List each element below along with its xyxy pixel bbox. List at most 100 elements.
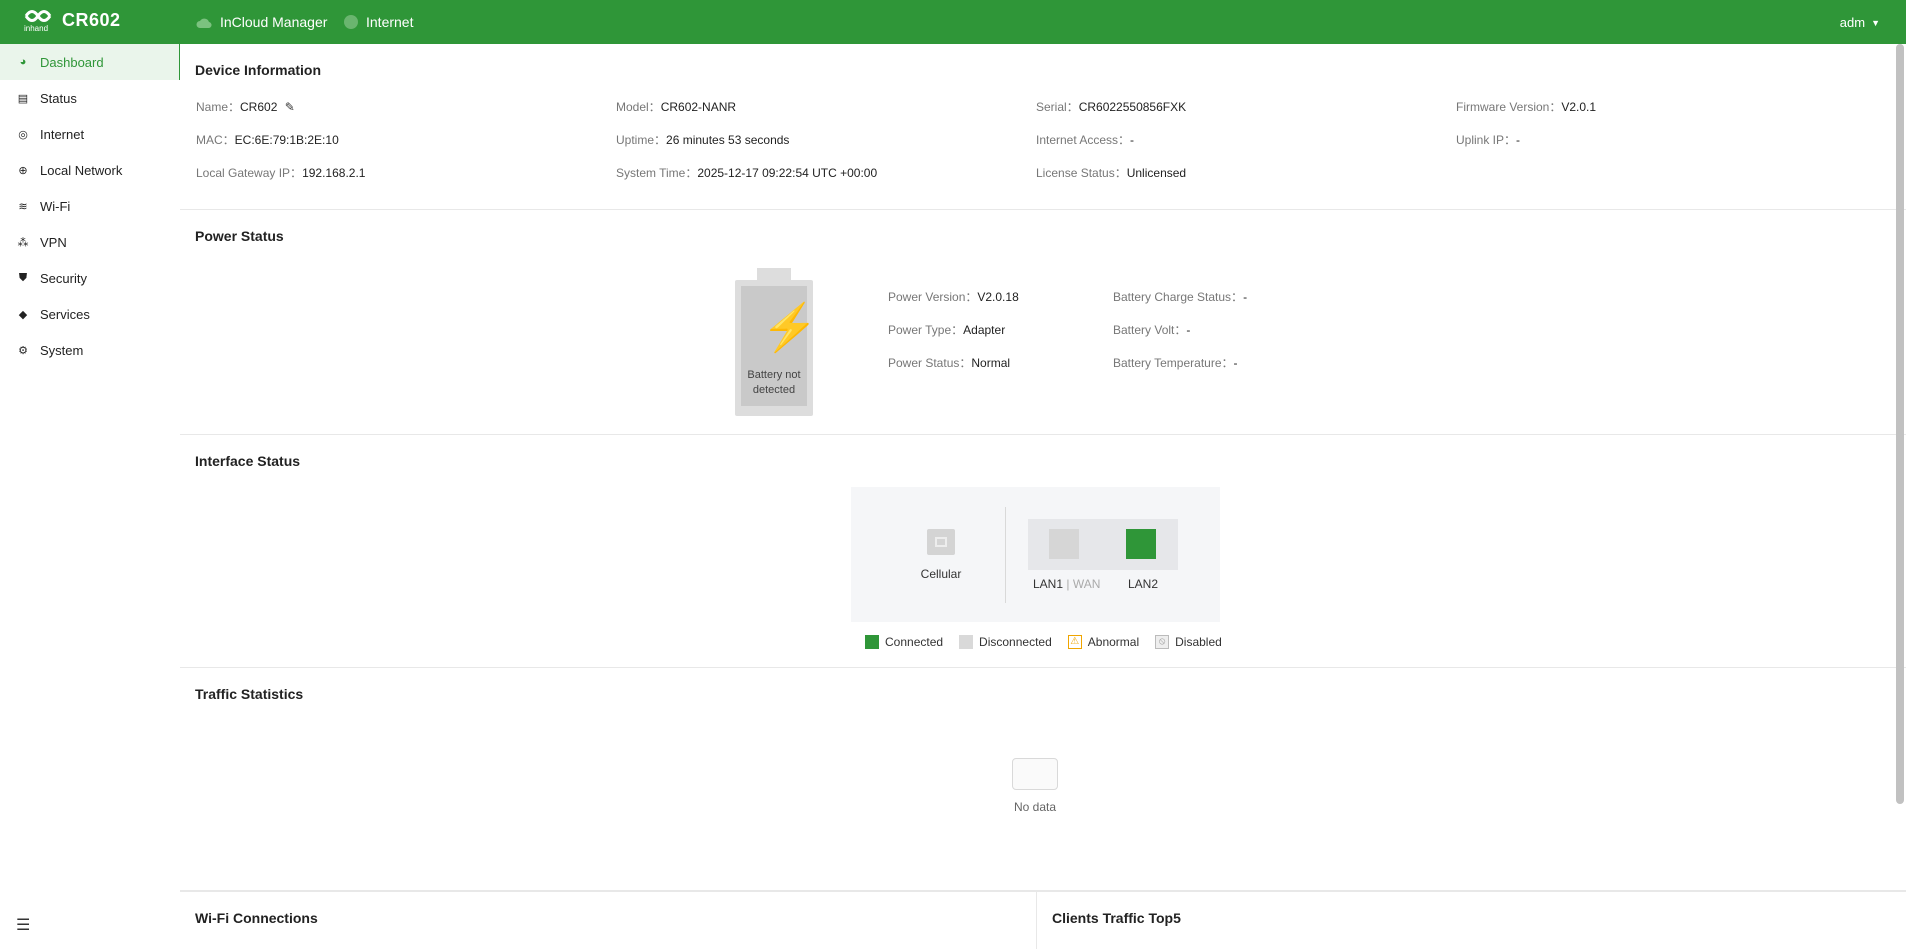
sim-card-icon	[927, 529, 955, 555]
sidebar-item-security[interactable]: ⛊ Security	[0, 260, 180, 296]
sidebar-item-status[interactable]: ▤ Status	[0, 80, 180, 116]
internet-icon: ◎	[18, 128, 28, 141]
empty-inbox-icon	[1012, 758, 1058, 790]
section-title: Traffic Statistics	[195, 686, 304, 702]
caret-down-icon: ▼	[1871, 17, 1880, 28]
section-title: Clients Traffic Top5	[1052, 910, 1181, 926]
section-title: Wi-Fi Connections	[195, 910, 318, 926]
incloud-manager-link[interactable]: InCloud Manager	[196, 14, 327, 30]
device-mac: MAC：EC:6E:79:1B:2E:10	[196, 133, 339, 147]
power-version: Power Version：V2.0.18	[888, 290, 1019, 304]
cloud-icon	[196, 16, 212, 29]
divider	[1005, 507, 1006, 603]
license-status: License Status：Unlicensed	[1036, 166, 1187, 180]
sidebar-item-vpn[interactable]: ⁂ VPN	[0, 224, 180, 260]
uplink-ip: Uplink IP：-	[1456, 133, 1521, 147]
sidebar-item-label: Security	[40, 270, 87, 286]
user-menu[interactable]: adm ▼	[1840, 15, 1880, 30]
disabled-icon: ⦸	[1155, 635, 1170, 649]
lan1-wan-label: LAN1 | WAN	[1033, 577, 1101, 591]
brand-logo[interactable]: inhand CR602	[22, 8, 121, 34]
gear-icon: ⚙	[18, 344, 28, 357]
clients-traffic-top5-panel: Clients Traffic Top5	[1037, 892, 1906, 949]
internet-link[interactable]: Internet	[344, 14, 413, 30]
product-name: CR602	[62, 9, 121, 30]
legend-disconnected: Disconnected	[959, 635, 1052, 649]
lan-port-group	[1028, 519, 1178, 570]
legend-connected: Connected	[865, 635, 943, 649]
section-title: Device Information	[195, 62, 322, 78]
cellular-label: Cellular	[920, 567, 962, 581]
dashboard-icon: ◕	[19, 56, 27, 68]
power-status-section: Power Status ⚡ Battery not detected Powe…	[180, 210, 1906, 435]
lightning-icon: ⚡	[761, 301, 819, 353]
sidebar-item-label: Services	[40, 306, 90, 322]
sidebar-item-label: VPN	[40, 234, 67, 250]
legend-disabled: ⦸ Disabled	[1155, 635, 1222, 649]
device-uptime: Uptime：26 minutes 53 seconds	[616, 133, 790, 147]
legend-abnormal: ⚠ Abnormal	[1067, 635, 1139, 649]
collapse-menu-icon[interactable]: ☰	[16, 915, 30, 935]
battery-graphic: ⚡ Battery not detected	[735, 268, 818, 416]
username: adm	[1839, 15, 1866, 30]
sidebar-item-internet[interactable]: ◎ Internet	[0, 116, 180, 152]
lan2-label: LAN2	[1128, 577, 1159, 591]
interface-legend: Connected Disconnected ⚠ Abnormal ⦸ Disabl…	[865, 635, 1222, 649]
connected-swatch-icon	[865, 635, 879, 649]
scrollbar[interactable]	[1896, 44, 1904, 804]
cube-icon: ◆	[18, 308, 28, 321]
sidebar: ◕ Dashboard ▤ Status ◎ Internet ⊕ Local …	[0, 44, 181, 949]
globe-icon: ⊕	[18, 164, 28, 177]
inhand-logo-icon: inhand	[22, 8, 54, 33]
sidebar-item-label: System	[40, 342, 84, 358]
sidebar-item-label: Dashboard	[40, 54, 104, 70]
internet-label: Internet	[366, 14, 414, 30]
sidebar-item-wifi[interactable]: ≋ Wi-Fi	[0, 188, 180, 224]
vpn-icon: ⁂	[17, 236, 29, 249]
system-time: System Time：2025-12-17 09:22:54 UTC +00:…	[616, 166, 878, 180]
section-title: Interface Status	[195, 453, 301, 469]
sidebar-item-label: Wi-Fi	[40, 198, 71, 214]
sidebar-item-services[interactable]: ◆ Services	[0, 296, 180, 332]
wifi-icon: ≋	[18, 200, 28, 213]
shield-icon: ⛊	[18, 271, 28, 284]
disconnected-swatch-icon	[959, 635, 974, 649]
cellular-interface[interactable]: Cellular	[911, 529, 971, 581]
sidebar-item-label: Status	[40, 90, 77, 106]
sidebar-item-system[interactable]: ⚙ System	[0, 332, 180, 368]
svg-text:inhand: inhand	[24, 24, 48, 32]
battery-volt: Battery Volt：-	[1113, 323, 1191, 337]
bottom-row: Wi-Fi Connections Clients Traffic Top5	[180, 891, 1906, 949]
sidebar-item-local-network[interactable]: ⊕ Local Network	[0, 152, 180, 188]
top-bar: inhand CR602 InCloud Manager Internet ad…	[0, 0, 1906, 44]
edit-icon[interactable]: ✎	[285, 100, 295, 114]
sidebar-item-label: Internet	[40, 126, 85, 142]
sidebar-item-dashboard[interactable]: ◕ Dashboard	[0, 44, 181, 80]
power-type: Power Type：Adapter	[888, 323, 1006, 337]
warning-icon: ⚠	[1067, 635, 1082, 649]
battery-temperature: Battery Temperature：-	[1113, 356, 1238, 370]
device-name: Name：CR602 ✎	[196, 100, 295, 114]
interface-status-section: Interface Status Cellular LAN1 | WAN LAN…	[180, 435, 1906, 668]
internet-status-dot-icon	[344, 15, 358, 29]
device-serial: Serial：CR6022550856FXK	[1036, 100, 1187, 114]
local-gateway-ip: Local Gateway IP：192.168.2.1	[196, 166, 366, 180]
device-information-section: Device Information Name：CR602 ✎ Model：CR…	[180, 44, 1906, 210]
wifi-connections-panel: Wi-Fi Connections	[180, 892, 1037, 949]
incloud-manager-label: InCloud Manager	[220, 14, 328, 30]
section-title: Power Status	[195, 228, 284, 244]
battery-status-text: Battery not detected	[747, 369, 801, 396]
lan1-port-icon[interactable]	[1049, 529, 1079, 559]
firmware-version: Firmware Version：V2.0.1	[1456, 100, 1597, 114]
empty-text: No data	[1013, 800, 1057, 814]
empty-state: No data	[1005, 758, 1065, 814]
interface-panel: Cellular LAN1 | WAN LAN2	[851, 487, 1220, 622]
status-icon: ▤	[17, 92, 29, 105]
sidebar-item-label: Local Network	[40, 162, 123, 178]
power-status: Power Status：Normal	[888, 356, 1011, 370]
lan2-port-icon[interactable]	[1126, 529, 1156, 559]
main-content: Device Information Name：CR602 ✎ Model：CR…	[180, 44, 1906, 949]
traffic-statistics-section: Traffic Statistics No data	[180, 668, 1906, 891]
device-model: Model：CR602-NANR	[616, 100, 737, 114]
internet-access: Internet Access：-	[1036, 133, 1135, 147]
